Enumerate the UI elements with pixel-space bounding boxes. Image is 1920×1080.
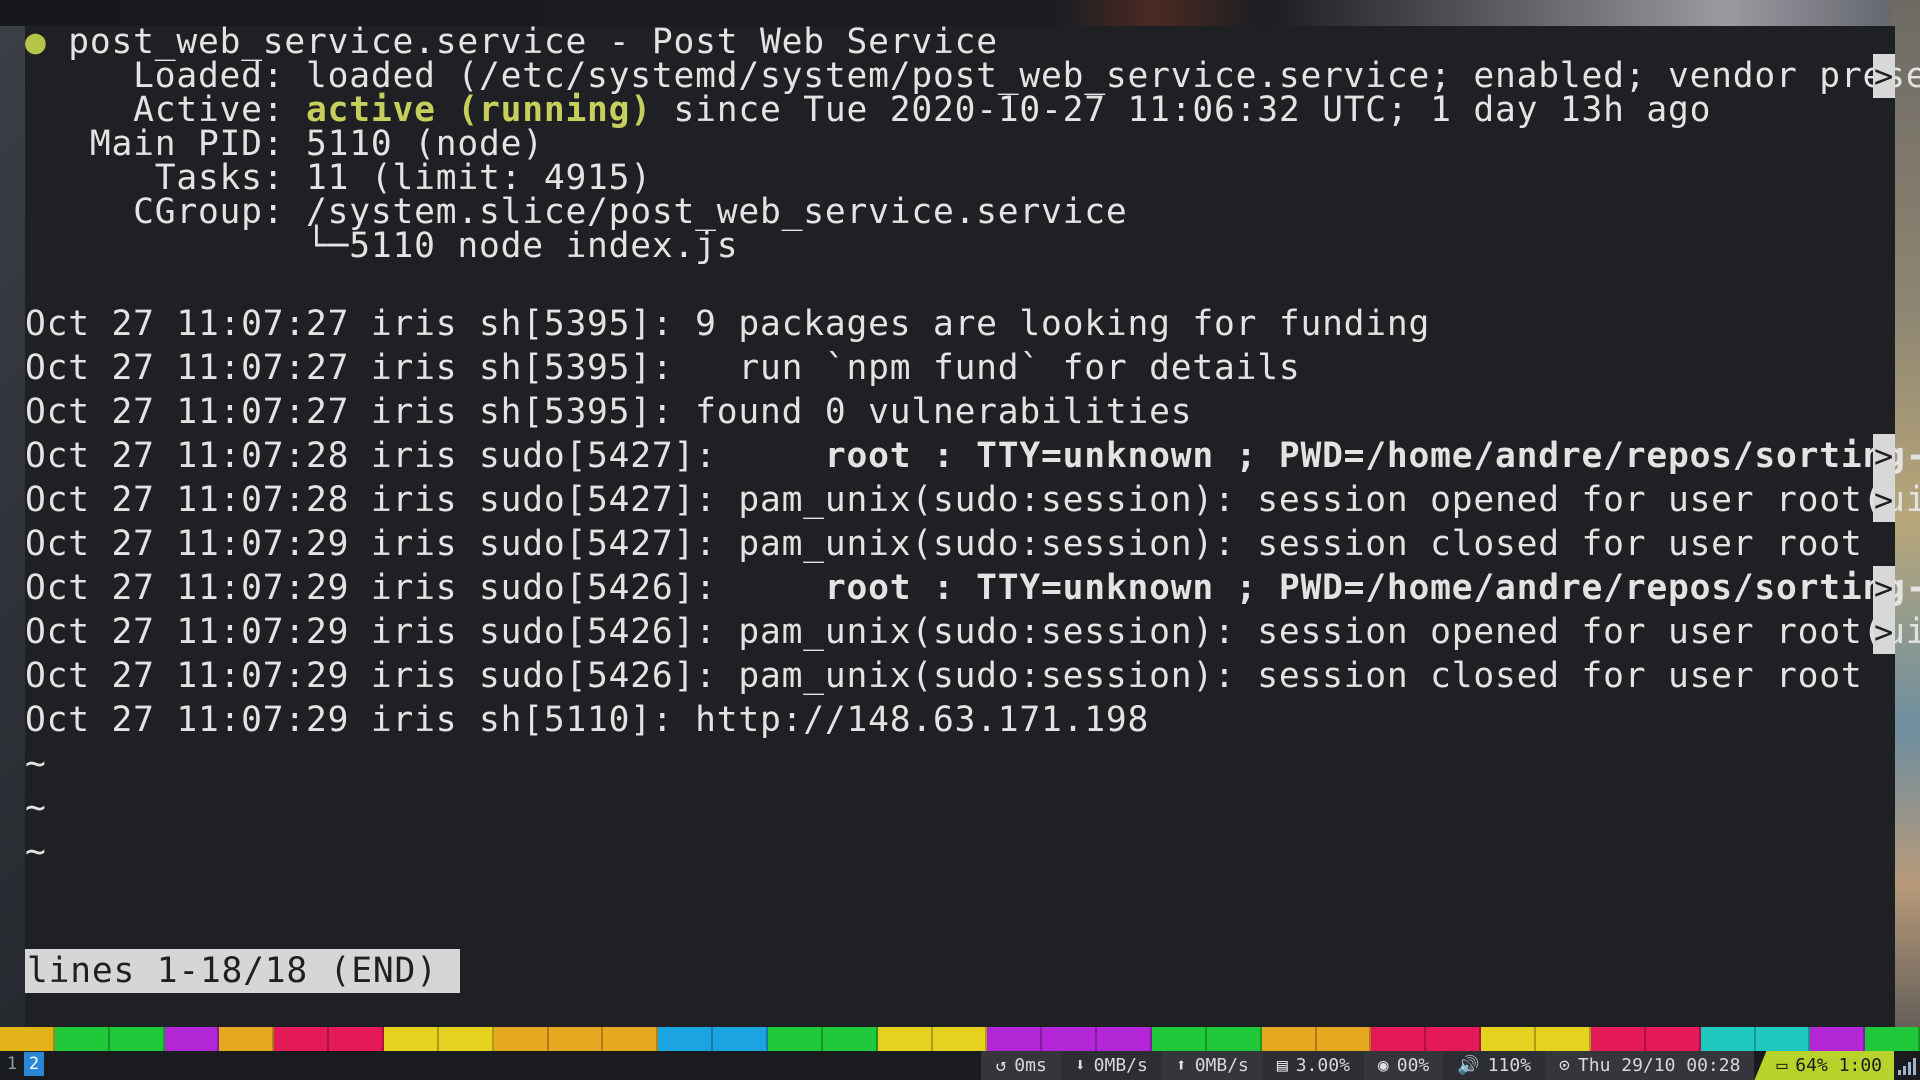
gpu-value: 00% — [1396, 1055, 1430, 1076]
truncation-marker: > — [1873, 610, 1895, 654]
color-strip-segment — [54, 1027, 110, 1051]
color-strip-segment — [1261, 1027, 1317, 1051]
volume-block[interactable]: 🔊 110% — [1443, 1051, 1546, 1080]
log-line-2: Oct 27 11:07:27 iris sh[5395]: run `npm … — [25, 348, 1301, 388]
log-line-4-bold: root : TTY=unknown ; PWD=/home/andre/rep… — [824, 436, 1920, 476]
log-line-8: Oct 27 11:07:29 iris sudo[5426]: pam_uni… — [25, 612, 1920, 652]
color-strip-segment — [987, 1027, 1043, 1051]
log-line-7-prefix: Oct 27 11:07:29 iris sudo[5426]: — [25, 568, 825, 608]
status-bar: 1 2 ↺ 0ms ⬇ 0MB/s ⬆ 0MB/s ▤ 3.00% ◉ 00% 🔊 110%… — [0, 1051, 1920, 1080]
log-line-7-bold: root : TTY=unknown ; PWD=/home/andre/rep… — [824, 568, 1920, 608]
battery-block: ▭ 64% 1:00 — [1754, 1051, 1894, 1080]
color-strip-segment — [713, 1027, 769, 1051]
truncation-marker: > — [1873, 566, 1895, 610]
signal-icon[interactable] — [1894, 1051, 1920, 1080]
truncation-marker: > — [1873, 54, 1895, 98]
log-line-1: Oct 27 11:07:27 iris sh[5395]: 9 package… — [25, 304, 1431, 344]
volume-icon: 🔊 — [1457, 1055, 1480, 1076]
truncation-marker: > — [1873, 478, 1895, 522]
upload-icon: ⬆ — [1175, 1055, 1187, 1076]
active-since: since Tue 2020-10-27 11:06:32 UTC; 1 day… — [651, 90, 1712, 130]
upload-value: 0MB/s — [1194, 1055, 1249, 1076]
color-strip-segment — [932, 1027, 988, 1051]
color-strip-segment — [274, 1027, 330, 1051]
cpu-block: ▤ 3.00% — [1262, 1051, 1364, 1080]
ping-block: ↺ 0ms — [981, 1051, 1061, 1080]
download-block: ⬇ 0MB/s — [1060, 1051, 1162, 1080]
cgroup-child-line: └─5110 node index.js — [25, 226, 739, 266]
log-line-9: Oct 27 11:07:29 iris sudo[5426]: pam_uni… — [25, 656, 1863, 696]
color-strip — [0, 1027, 1920, 1051]
workspace-1[interactable]: 1 — [2, 1052, 22, 1076]
color-strip-segment — [658, 1027, 714, 1051]
color-strip-segment — [1371, 1027, 1427, 1051]
tilde-line: ~ — [25, 832, 47, 872]
color-strip-segment — [1097, 1027, 1153, 1051]
log-line-10: Oct 27 11:07:29 iris sh[5110]: http://14… — [25, 700, 1150, 740]
ping-icon: ↺ — [995, 1055, 1007, 1076]
color-strip-segment — [1152, 1027, 1207, 1051]
color-strip-segment — [1316, 1027, 1372, 1051]
color-strip-segment — [164, 1027, 220, 1051]
color-strip-segment — [1755, 1027, 1811, 1051]
color-strip-segment — [109, 1027, 165, 1051]
cpu-value: 3.00% — [1295, 1055, 1350, 1076]
color-strip-segment — [603, 1027, 659, 1051]
color-strip-segment — [1865, 1027, 1920, 1051]
color-strip-segment — [384, 1027, 439, 1051]
log-line-3: Oct 27 11:07:27 iris sh[5395]: found 0 v… — [25, 392, 1193, 432]
color-strip-segment — [1206, 1027, 1262, 1051]
tilde-line: ~ — [25, 788, 47, 828]
workspace-2[interactable]: 2 — [24, 1052, 44, 1076]
log-line-5: Oct 27 11:07:28 iris sudo[5427]: pam_uni… — [25, 480, 1920, 520]
battery-icon: ▭ — [1776, 1055, 1788, 1076]
cpu-icon: ▤ — [1276, 1055, 1288, 1076]
log-line-4-prefix: Oct 27 11:07:28 iris sudo[5427]: — [25, 436, 825, 476]
gpu-block: ◉ 00% — [1363, 1051, 1444, 1080]
color-strip-segment — [548, 1027, 604, 1051]
upload-block: ⬆ 0MB/s — [1161, 1051, 1263, 1080]
color-strip-segment — [822, 1027, 878, 1051]
desktop: ● post_web_service.service - Post Web Se… — [0, 0, 1920, 1080]
truncation-marker: > — [1873, 434, 1895, 478]
download-value: 0MB/s — [1093, 1055, 1148, 1076]
color-strip-segment — [0, 1027, 55, 1051]
color-strip-segment — [219, 1027, 275, 1051]
clock-value: Thu 29/10 00:28 — [1577, 1055, 1741, 1076]
color-strip-segment — [1042, 1027, 1098, 1051]
ping-value: 0ms — [1014, 1055, 1047, 1076]
color-strip-segment — [1536, 1027, 1591, 1051]
gpu-icon: ◉ — [1377, 1055, 1389, 1076]
log-line-7: Oct 27 11:07:29 iris sudo[5426]: root : … — [25, 566, 1920, 610]
tilde-line: ~ — [25, 744, 47, 784]
color-strip-segment — [877, 1027, 933, 1051]
color-strip-segment — [329, 1027, 385, 1051]
log-line-6: Oct 27 11:07:29 iris sudo[5427]: pam_uni… — [25, 524, 1863, 564]
terminal-window[interactable]: ● post_web_service.service - Post Web Se… — [25, 22, 1920, 1027]
color-strip-segment — [1645, 1027, 1701, 1051]
color-strip-segment — [438, 1027, 494, 1051]
clock-block: ⊙ Thu 29/10 00:28 — [1545, 1051, 1755, 1080]
color-strip-segment — [493, 1027, 549, 1051]
color-strip-segment — [1810, 1027, 1866, 1051]
color-strip-segment — [1426, 1027, 1482, 1051]
log-line-4: Oct 27 11:07:28 iris sudo[5427]: root : … — [25, 434, 1920, 478]
download-icon: ⬇ — [1074, 1055, 1086, 1076]
color-strip-segment — [768, 1027, 823, 1051]
color-strip-segment — [1590, 1027, 1646, 1051]
volume-value: 110% — [1487, 1055, 1532, 1076]
color-strip-segment — [1700, 1027, 1756, 1051]
battery-value: 64% 1:00 — [1795, 1055, 1882, 1076]
status-bar-right: ↺ 0ms ⬇ 0MB/s ⬆ 0MB/s ▤ 3.00% ◉ 00% 🔊 110% ⊙ Th… — [981, 1051, 1920, 1080]
pager-status[interactable]: lines 1-18/18 (END) — [25, 949, 460, 993]
clock-icon: ⊙ — [1559, 1055, 1570, 1076]
color-strip-segment — [1481, 1027, 1537, 1051]
